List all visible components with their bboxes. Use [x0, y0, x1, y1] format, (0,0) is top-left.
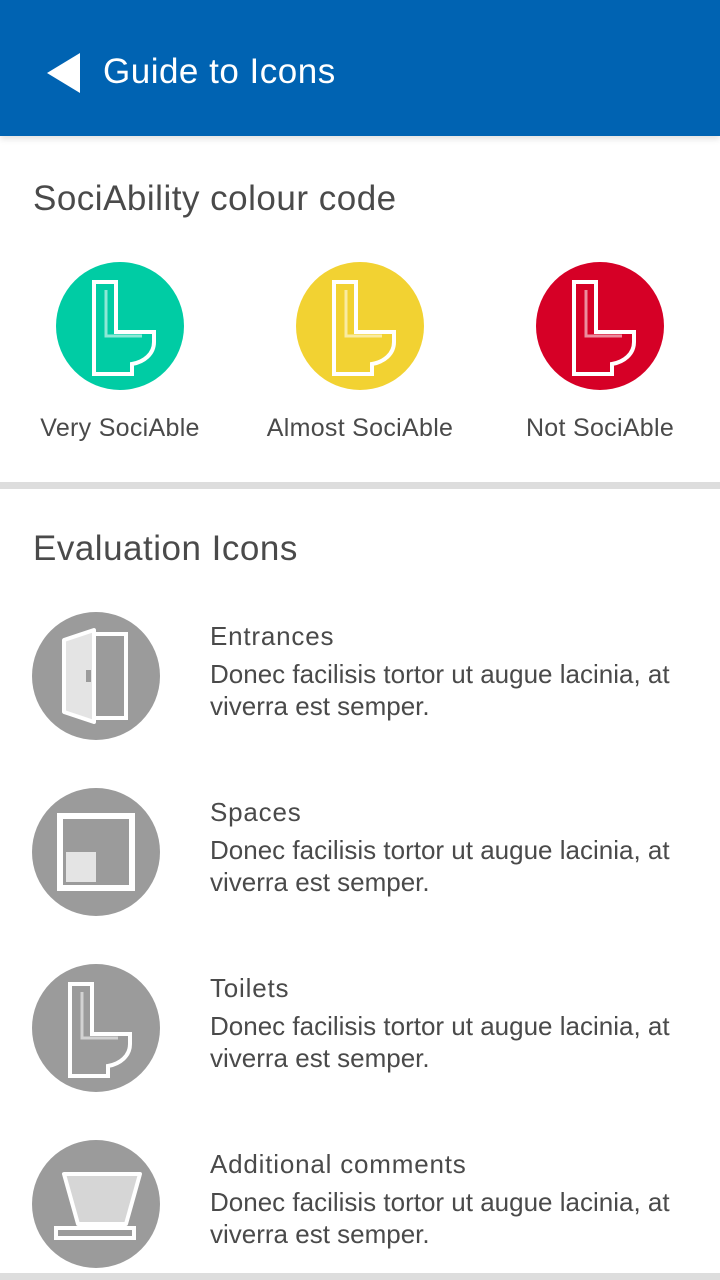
- colour-label: Not SociAble: [525, 414, 675, 442]
- evaluation-name: Additional comments: [210, 1149, 467, 1179]
- toilet-icon: [56, 262, 184, 390]
- colour-code-heading: SociAbility colour code: [33, 179, 397, 218]
- evaluation-item-toilets: Toilets Donec facilisis tortor ut augue …: [0, 964, 720, 1094]
- section-divider: [0, 482, 720, 489]
- bottom-divider: [0, 1273, 720, 1280]
- evaluation-description: Donec facilisis tortor ut augue lacinia,…: [210, 659, 670, 721]
- app-header: Guide to Icons: [0, 0, 720, 136]
- evaluation-name: Entrances: [210, 621, 335, 651]
- evaluation-name: Toilets: [210, 973, 290, 1003]
- door-icon: [32, 612, 160, 740]
- evaluation-description: Donec facilisis tortor ut augue lacinia,…: [210, 835, 670, 897]
- colour-label: Very SociAble: [40, 414, 200, 442]
- cup-icon: [32, 1140, 160, 1268]
- evaluation-item-spaces: Spaces Donec facilisis tortor ut augue l…: [0, 788, 720, 918]
- page-title: Guide to Icons: [103, 52, 336, 91]
- colour-very-sociable: Very SociAble: [0, 262, 240, 443]
- back-button[interactable]: [44, 50, 84, 96]
- evaluation-item-additional-comments: Additional comments Donec facilisis tort…: [0, 1140, 720, 1270]
- colour-label: Almost SociAble: [266, 414, 454, 442]
- evaluation-item-entrances: Entrances Donec facilisis tortor ut augu…: [0, 612, 720, 742]
- colour-almost-sociable: Almost SociAble: [240, 262, 480, 443]
- toilet-icon: [536, 262, 664, 390]
- toilet-icon: [32, 964, 160, 1092]
- back-arrow-icon: [47, 53, 80, 93]
- evaluation-description: Donec facilisis tortor ut augue lacinia,…: [210, 1011, 670, 1073]
- evaluation-description: Donec facilisis tortor ut augue lacinia,…: [210, 1187, 670, 1249]
- evaluation-name: Spaces: [210, 797, 302, 827]
- evaluation-heading: Evaluation Icons: [33, 529, 298, 568]
- toilet-icon: [296, 262, 424, 390]
- space-icon: [32, 788, 160, 916]
- colour-not-sociable: Not SociAble: [480, 262, 720, 443]
